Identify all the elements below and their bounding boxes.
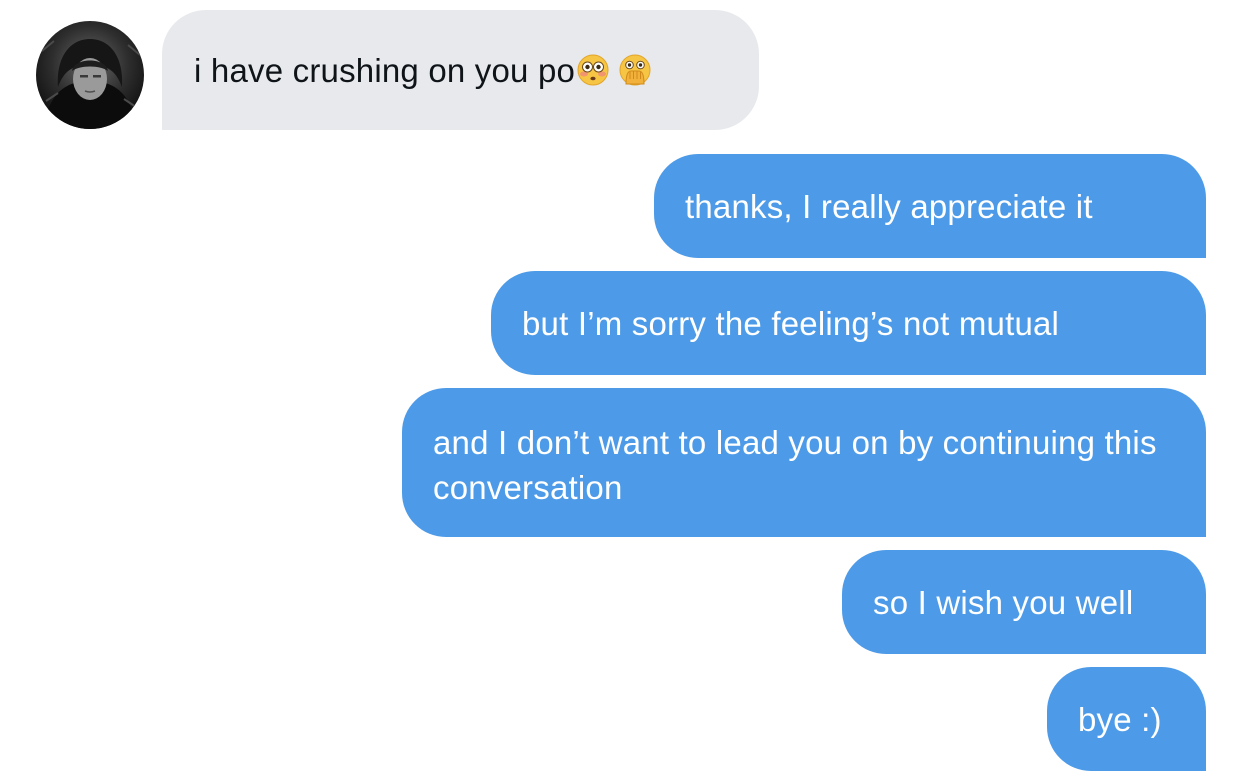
face-with-open-eyes-and-hand-over-mouth-emoji-icon <box>618 53 652 98</box>
outgoing-message-text: bye :) <box>1078 701 1162 738</box>
incoming-message-text: i have crushing on you po <box>194 52 576 89</box>
outgoing-message-bubble[interactable]: so I wish you well <box>842 550 1206 654</box>
outgoing-message-bubble[interactable]: bye :) <box>1047 667 1206 771</box>
outgoing-message-text: so I wish you well <box>873 584 1134 621</box>
flushed-face-emoji-icon <box>576 53 610 98</box>
incoming-message-bubble[interactable]: i have crushing on you po <box>162 10 759 130</box>
sender-avatar[interactable] <box>36 21 144 129</box>
outgoing-message-bubble[interactable]: thanks, I really appreciate it <box>654 154 1206 258</box>
outgoing-message-text: but I’m sorry the feeling’s not mutual <box>522 305 1060 342</box>
outgoing-message-text: thanks, I really appreciate it <box>685 188 1093 225</box>
outgoing-message-text: and I don’t want to lead you on by conti… <box>433 424 1157 506</box>
message-thread: i have crushing on you po thanks, I real… <box>0 0 1242 778</box>
outgoing-message-bubble[interactable]: and I don’t want to lead you on by conti… <box>402 388 1206 537</box>
avatar-portrait-icon <box>41 39 141 129</box>
outgoing-message-bubble[interactable]: but I’m sorry the feeling’s not mutual <box>491 271 1206 375</box>
